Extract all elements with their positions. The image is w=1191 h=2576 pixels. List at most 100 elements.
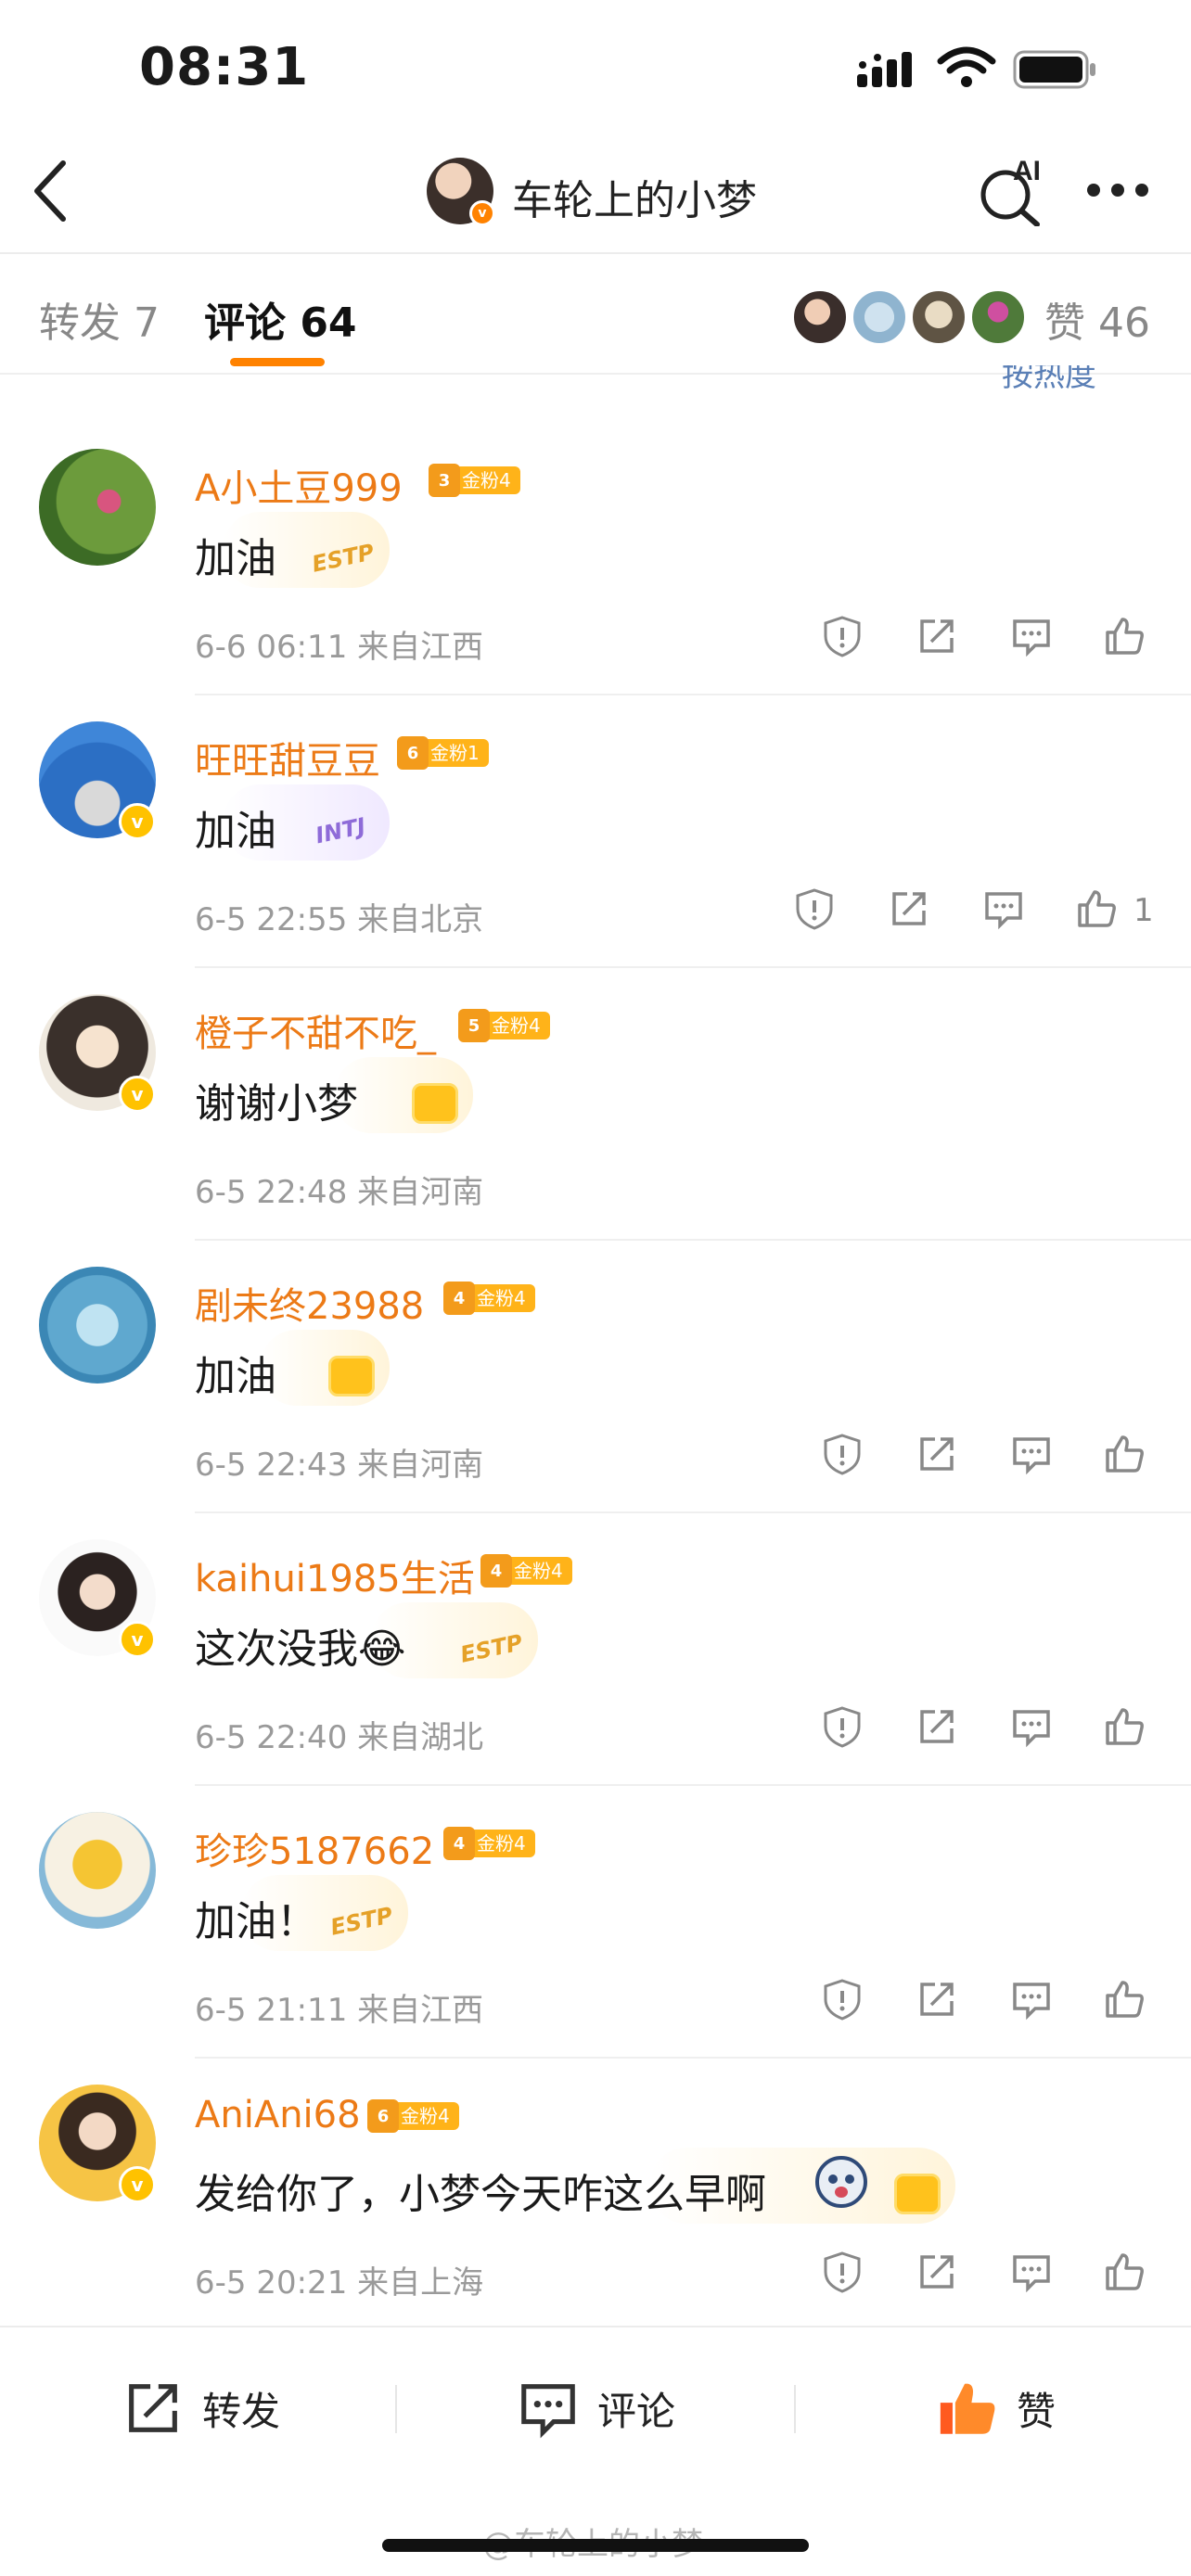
fan-badge: 5 金粉4	[458, 1009, 550, 1042]
share-icon[interactable]	[915, 1704, 959, 1749]
repost-label: 转发	[202, 2388, 281, 2434]
like-icon[interactable]	[1102, 1704, 1146, 1749]
liker-avatar[interactable]	[911, 289, 967, 345]
comment-text: 加油	[195, 1353, 276, 1400]
reply-icon[interactable]	[1009, 2250, 1054, 2294]
commenter-name[interactable]: 剧未终23988	[195, 1276, 424, 1330]
mbti-tag: ESTP	[327, 1902, 395, 1941]
comment-item: v 旺旺甜豆豆 6 金粉1 INTJ 加油 6-5 22:55 来自北京 1	[0, 695, 1191, 968]
commenter-avatar[interactable]	[39, 449, 156, 566]
comment-decoration	[260, 1330, 390, 1406]
gem-icon	[412, 1083, 458, 1124]
comment-item: 剧未终23988 4 金粉4 加油 6-5 22:43 来自河南	[0, 1241, 1191, 1513]
report-icon[interactable]	[820, 2250, 864, 2294]
mbti-tag: ESTP	[309, 539, 377, 578]
commenter-name[interactable]: 橙子不甜不吃_	[195, 1003, 436, 1057]
verified-badge-icon: v	[119, 1621, 156, 1658]
comment-meta: 6-5 22:43 来自河南	[195, 1447, 484, 1484]
fan-badge: 6 金粉1	[397, 736, 489, 770]
verified-badge-icon: v	[119, 1076, 156, 1113]
report-icon[interactable]	[820, 614, 864, 658]
tab-repost[interactable]: 转发 7	[39, 289, 160, 349]
report-icon[interactable]	[820, 1977, 864, 2021]
commenter-avatar[interactable]	[39, 1267, 156, 1384]
like-icon[interactable]	[1102, 1432, 1146, 1476]
comment-meta: 6-6 06:11 来自江西	[195, 629, 484, 666]
like-icon[interactable]	[1074, 886, 1119, 931]
crown-icon: 4	[443, 1282, 475, 1315]
more-icon[interactable]	[1085, 182, 1150, 198]
comment-text: 这次没我😂	[195, 1626, 406, 1673]
commenter-name[interactable]: AniAni68	[195, 2094, 361, 2136]
share-icon[interactable]	[915, 2250, 959, 2294]
wifi-icon	[937, 46, 996, 87]
comment-item: v AniAni68 6 金粉4 发给你了，小梦今天咋这么早啊 6-5 20:2…	[0, 2059, 1191, 2331]
reply-icon[interactable]	[1009, 614, 1054, 658]
share-icon[interactable]	[887, 886, 931, 931]
battery-icon	[1013, 50, 1095, 89]
like-icon[interactable]	[1102, 1977, 1146, 2021]
report-icon[interactable]	[820, 1432, 864, 1476]
cellular-signal-icon	[857, 52, 912, 87]
crown-icon: 4	[443, 1827, 475, 1860]
fan-badge: 4 金粉4	[443, 1282, 535, 1315]
share-icon[interactable]	[915, 1432, 959, 1476]
verified-badge-icon: v	[119, 803, 156, 840]
tab-likes[interactable]: 赞 46	[1044, 289, 1150, 349]
like-icon[interactable]	[1102, 2250, 1146, 2294]
reply-icon[interactable]	[1009, 1704, 1054, 1749]
mbti-tag: INTJ	[313, 812, 368, 849]
status-time: 08:31	[139, 37, 310, 97]
share-icon[interactable]	[915, 614, 959, 658]
comment-text: 加油	[195, 535, 276, 582]
verified-badge-icon: v	[469, 200, 495, 226]
share-icon[interactable]	[915, 1977, 959, 2021]
like-label: 赞	[1017, 2388, 1057, 2434]
comment-item: A小土豆999 3 金粉4 ESTP 加油 6-6 06:11 来自江西	[0, 423, 1191, 695]
like-button[interactable]: 赞	[935, 2374, 1056, 2442]
like-count: 1	[1133, 892, 1154, 929]
fan-badge: 6 金粉4	[367, 2099, 459, 2133]
fan-badge: 4 金粉4	[480, 1554, 572, 1588]
comment-text: 加油	[195, 808, 276, 855]
mbti-tag: ESTP	[457, 1629, 525, 1668]
commenter-name[interactable]: kaihui1985生活	[195, 1549, 475, 1602]
comment-meta: 6-5 21:11 来自江西	[195, 1992, 484, 2029]
home-indicator[interactable]	[382, 2539, 809, 2552]
comment-item: v kaihui1985生活 4 金粉4 ESTP 这次没我😂 6-5 22:4…	[0, 1513, 1191, 1786]
crown-icon: 5	[458, 1009, 490, 1042]
bottom-separator	[794, 2385, 796, 2433]
back-icon[interactable]	[26, 158, 74, 224]
tab-comment[interactable]: 评论 64	[204, 289, 357, 349]
comment-meta: 6-5 22:40 来自湖北	[195, 1719, 484, 1756]
tab-active-indicator	[230, 358, 325, 366]
page-title[interactable]: 车轮上的小梦	[512, 167, 757, 226]
report-icon[interactable]	[792, 886, 837, 931]
liker-avatar[interactable]	[792, 289, 848, 345]
comment-text: 谢谢小梦	[195, 1080, 358, 1128]
verified-badge-icon: v	[119, 2166, 156, 2203]
like-icon[interactable]	[1102, 614, 1146, 658]
comment-meta: 6-5 22:55 来自北京	[195, 901, 484, 938]
comment-text: 加油！	[195, 1898, 317, 1945]
liker-avatar[interactable]	[970, 289, 1026, 345]
fan-badge: 3 金粉4	[429, 464, 520, 497]
commenter-avatar[interactable]	[39, 1812, 156, 1929]
crown-icon: 6	[367, 2099, 399, 2133]
comment-item: v 橙子不甜不吃_ 5 金粉4 谢谢小梦 6-5 22:48 来自河南	[0, 968, 1191, 1241]
commenter-name[interactable]: A小土豆999	[195, 458, 403, 512]
sort-by-hot-button[interactable]: 按热度	[1002, 365, 1096, 393]
crown-icon: 4	[480, 1554, 512, 1588]
report-icon[interactable]	[820, 1704, 864, 1749]
husky-emoji-icon	[815, 2156, 867, 2208]
reply-icon[interactable]	[1009, 1977, 1054, 2021]
bottom-separator	[395, 2385, 397, 2433]
comment-button[interactable]: 评论	[516, 2374, 675, 2442]
repost-button[interactable]: 转发	[121, 2374, 280, 2442]
liker-avatar[interactable]	[852, 289, 907, 345]
reply-icon[interactable]	[1009, 1432, 1054, 1476]
commenter-name[interactable]: 珍珍5187662	[195, 1821, 434, 1875]
reply-icon[interactable]	[981, 886, 1026, 931]
commenter-name[interactable]: 旺旺甜豆豆	[195, 731, 380, 784]
ai-search-icon[interactable]: AI	[978, 156, 1048, 226]
